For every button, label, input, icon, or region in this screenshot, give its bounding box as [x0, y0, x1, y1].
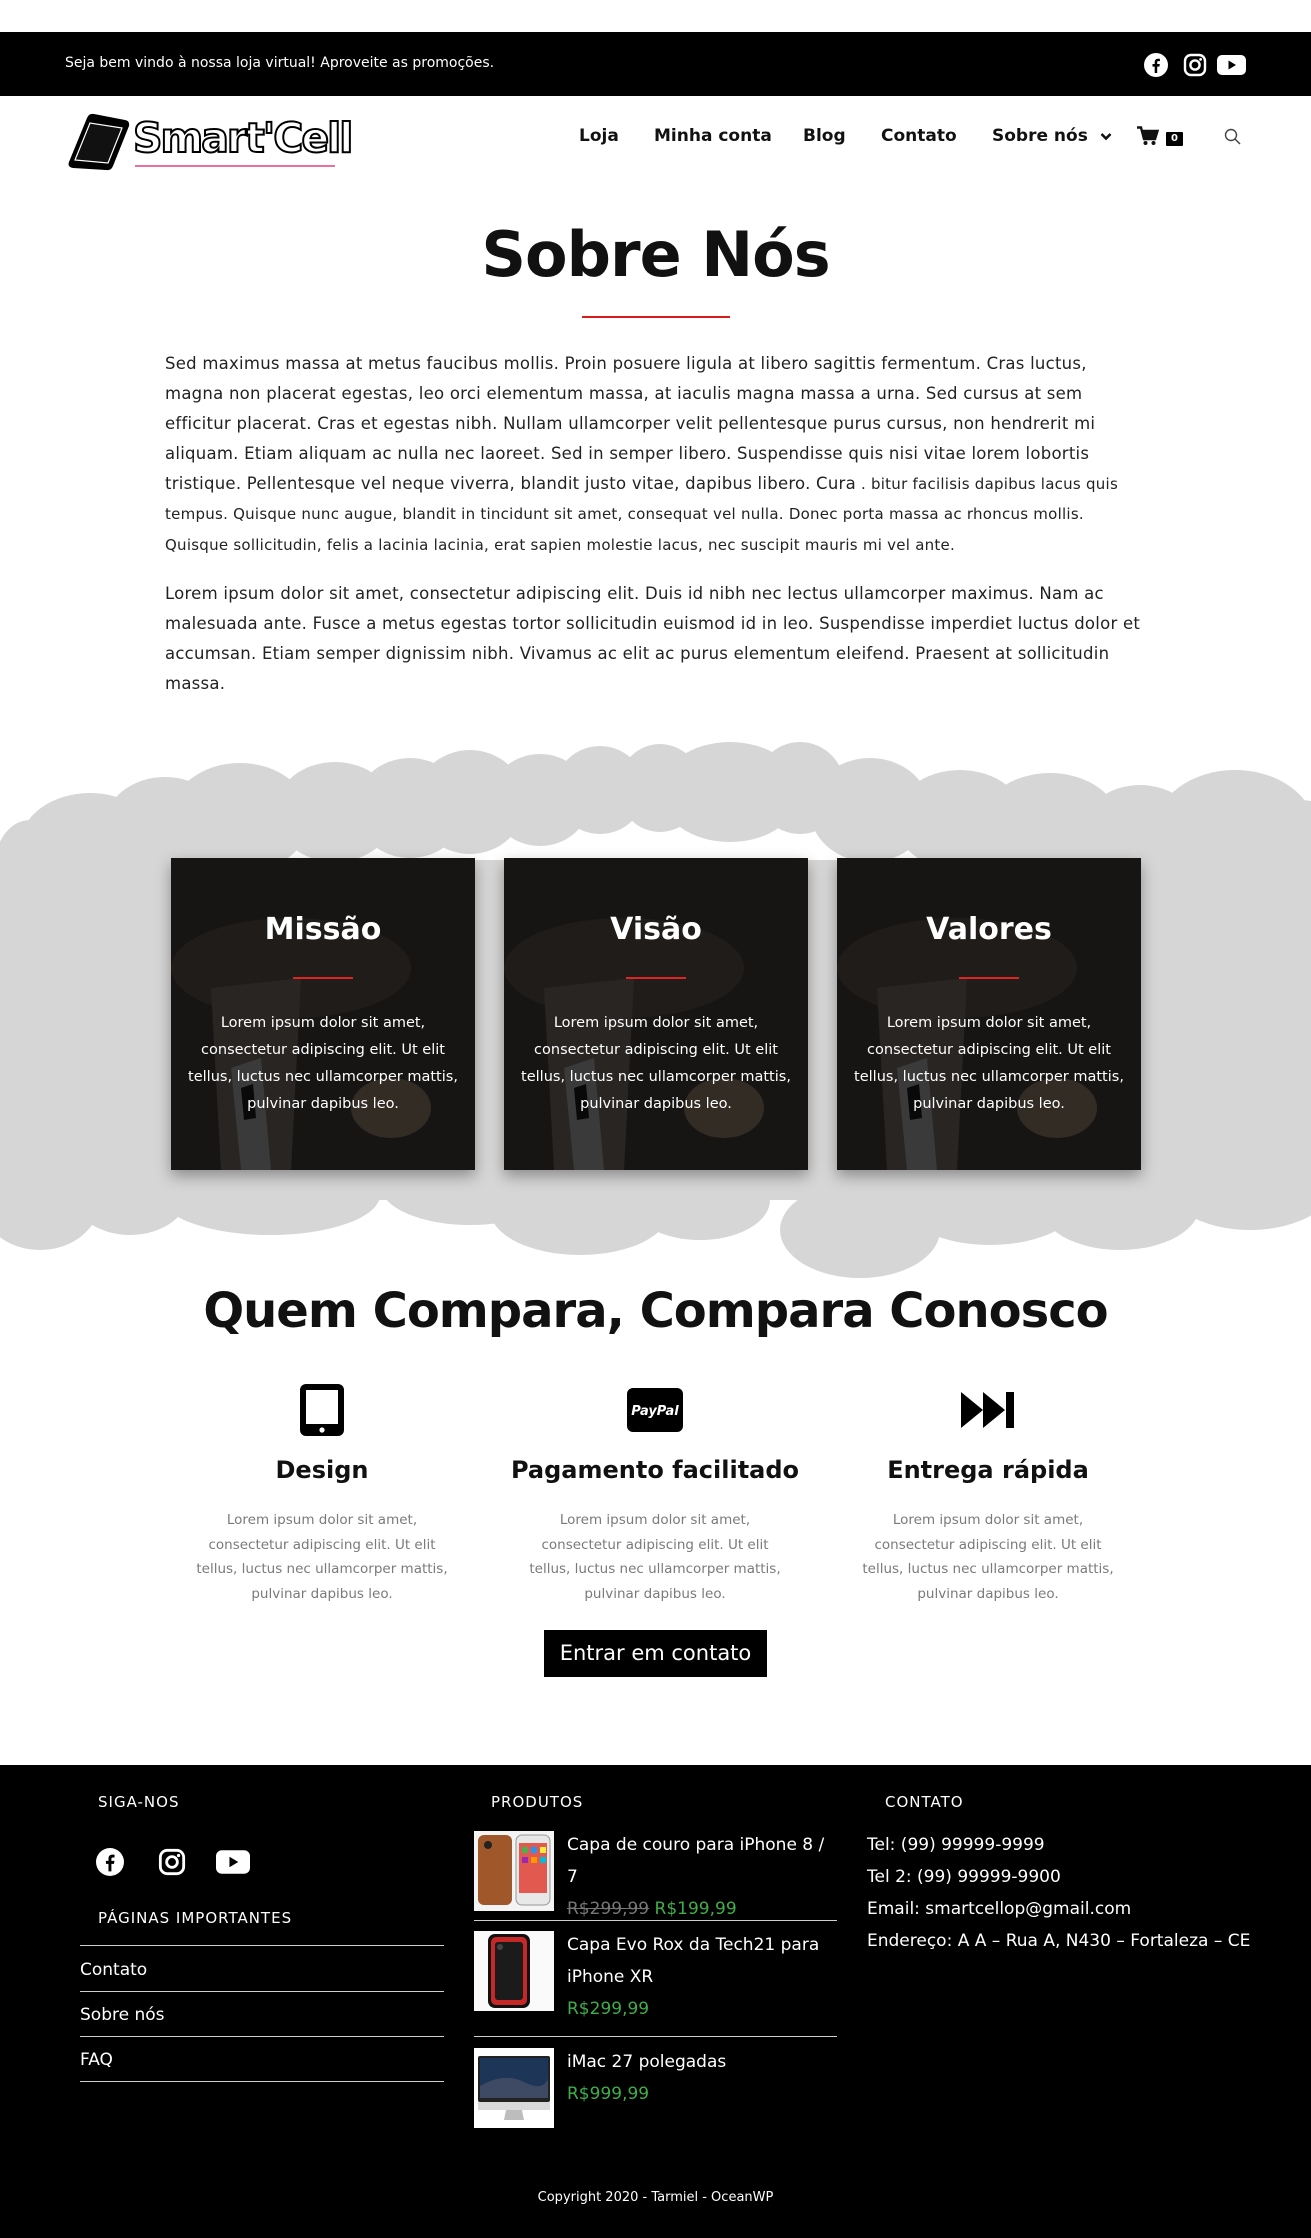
product-price: R$299,99	[567, 1999, 650, 2019]
feature-title-pagamento: Pagamento facilitado	[510, 1456, 800, 1484]
contact-phone: Tel: (99) 99999-9999	[867, 1835, 1045, 1855]
nav-loja[interactable]: Loja	[579, 126, 619, 146]
tablet-icon	[292, 1382, 352, 1438]
youtube-icon[interactable]	[1217, 53, 1246, 77]
paypal-icon: PayPal	[625, 1382, 685, 1438]
cart-icon[interactable]	[1137, 126, 1160, 150]
facebook-icon[interactable]	[1144, 53, 1168, 77]
feature-text-design: Lorem ipsum dolor sit amet, consectetur …	[196, 1512, 448, 1602]
nav-contato[interactable]: Contato	[881, 126, 957, 146]
card-visao: Visão Lorem ipsum dolor sit amet, consec…	[504, 858, 808, 1170]
product-name-text[interactable]: Capa Evo Rox da Tech21 para	[567, 1929, 837, 1961]
divider	[80, 2036, 444, 2037]
about-paragraph-1: Sed maximus massa at metus faucibus moll…	[165, 349, 1147, 560]
product-name-text-2[interactable]: iPhone XR	[567, 1961, 837, 1993]
fast-forward-icon	[958, 1382, 1018, 1438]
cart-count-badge: 0	[1166, 132, 1183, 146]
divider	[80, 1991, 444, 1992]
footer-link-faq[interactable]: FAQ	[80, 2050, 444, 2070]
contact-address: Endereço: A A – Rua A, N430 – Fortaleza …	[867, 1931, 1251, 1951]
product-name-text[interactable]: iMac 27 polegadas	[567, 2046, 837, 2078]
divider	[80, 1945, 444, 1946]
about-paragraph-1-main: Sed maximus massa at metus faucibus moll…	[165, 354, 1096, 494]
feature-title-design: Design	[275, 1456, 369, 1484]
card-title: Missão	[264, 912, 382, 947]
welcome-message: Seja bem vindo à nossa loja virtual! Apr…	[65, 55, 495, 71]
product-name[interactable]: iMac 27 polegadas R$999,99	[567, 2046, 837, 2110]
youtube-icon[interactable]	[216, 1849, 250, 1875]
card-title: Valores	[926, 912, 1052, 947]
footer-link-contato[interactable]: Contato	[80, 1960, 444, 1980]
about-paragraph-2: Lorem ipsum dolor sit amet, consectetur …	[165, 584, 1141, 694]
page-title: Sobre Nós	[481, 218, 830, 291]
divider	[474, 2036, 837, 2037]
logo[interactable]: Smart'Cell	[65, 108, 354, 174]
logo-text: Smart'Cell	[132, 113, 354, 163]
footer: SIGA-NOS PÁGINAS IMPORTANTES Contato Sob…	[0, 1765, 1311, 2238]
nav-sobre-nos[interactable]: Sobre nós	[992, 126, 1112, 146]
footer-heading-products: PRODUTOS	[491, 1793, 584, 1811]
divider	[474, 1920, 837, 1921]
product-name[interactable]: Capa Evo Rox da Tech21 para iPhone XR R$…	[567, 1929, 837, 2025]
footer-heading-pages: PÁGINAS IMPORTANTES	[98, 1909, 293, 1927]
footer-heading-contact: CONTATO	[885, 1793, 964, 1811]
logo-underline	[135, 165, 335, 167]
top-bar: Seja bem vindo à nossa loja virtual! Apr…	[0, 32, 1311, 96]
card-text: Lorem ipsum dolor sit amet, consectetur …	[521, 1015, 791, 1112]
feature-text-pagamento: Lorem ipsum dolor sit amet, consectetur …	[529, 1512, 781, 1602]
nav-minha-conta[interactable]: Minha conta	[654, 126, 772, 146]
card-text: Lorem ipsum dolor sit amet, consectetur …	[188, 1015, 458, 1112]
contact-cta-button[interactable]: Entrar em contato	[544, 1630, 767, 1677]
footer-heading-follow: SIGA-NOS	[98, 1793, 180, 1811]
product-name-text[interactable]: Capa de couro para iPhone 8 / 7	[567, 1829, 837, 1893]
divider	[80, 2081, 444, 2082]
paypal-icon-text: PayPal	[631, 1404, 679, 1419]
nav-sobre-nos-label: Sobre nós	[992, 126, 1088, 146]
instagram-icon[interactable]	[1183, 53, 1207, 77]
instagram-icon[interactable]	[158, 1848, 186, 1876]
card-missao: Missão Lorem ipsum dolor sit amet, conse…	[171, 858, 475, 1170]
chevron-down-icon	[1100, 132, 1112, 140]
feature-title-entrega: Entrega rápida	[887, 1456, 1089, 1484]
search-icon[interactable]	[1224, 128, 1241, 149]
product-name[interactable]: Capa de couro para iPhone 8 / 7 R$299,99…	[567, 1829, 837, 1925]
product-old-price: R$299,99	[567, 1899, 650, 1919]
product-price: R$999,99	[567, 2084, 650, 2104]
nav-blog[interactable]: Blog	[803, 126, 846, 146]
product-image-iphone-case[interactable]	[474, 1831, 554, 1911]
card-underline	[959, 977, 1019, 979]
card-underline	[293, 977, 353, 979]
facebook-icon[interactable]	[96, 1848, 124, 1876]
card-valores: Valores Lorem ipsum dolor sit amet, cons…	[837, 858, 1141, 1170]
card-title: Visão	[610, 912, 702, 947]
card-underline	[626, 977, 686, 979]
card-text: Lorem ipsum dolor sit amet, consectetur …	[854, 1015, 1124, 1112]
phone-logo-icon	[68, 113, 130, 171]
compare-title: Quem Compara, Compara Conosco	[203, 1283, 1108, 1339]
feature-text-entrega: Lorem ipsum dolor sit amet, consectetur …	[862, 1512, 1114, 1602]
product-image-evo-rox-case[interactable]	[474, 1931, 554, 2011]
title-underline	[582, 316, 730, 318]
product-image-imac[interactable]	[474, 2048, 554, 2128]
copyright: Copyright 2020 - Tarmiel - OceanWP	[537, 2190, 774, 2205]
contact-email[interactable]: Email: smartcellop@gmail.com	[867, 1899, 1131, 1919]
footer-link-sobre-nos[interactable]: Sobre nós	[80, 2005, 444, 2025]
contact-phone-2: Tel 2: (99) 99999-9900	[867, 1867, 1061, 1887]
product-price: R$199,99	[654, 1899, 737, 1919]
